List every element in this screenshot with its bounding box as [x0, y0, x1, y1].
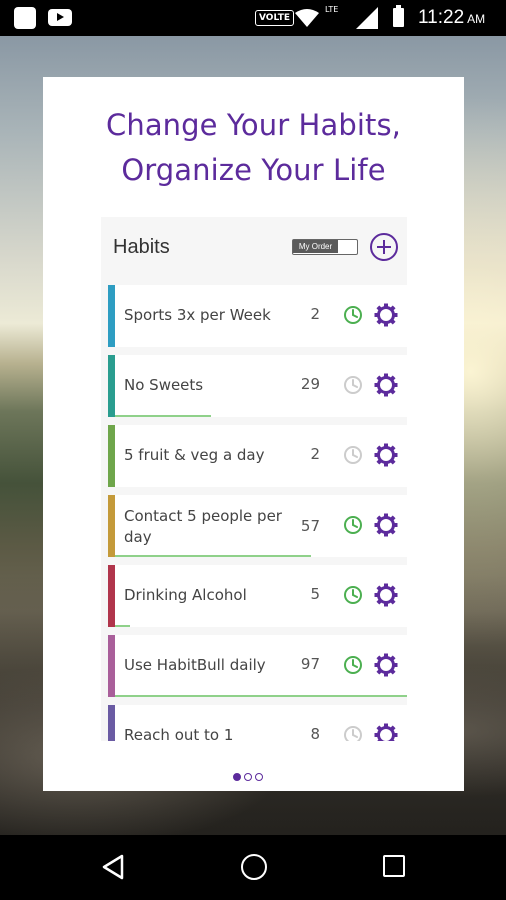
back-icon[interactable]: [101, 854, 125, 880]
page-dot[interactable]: [233, 773, 241, 781]
headline-line-2: Organize Your Life: [121, 153, 386, 187]
habit-name: Drinking Alcohol: [124, 586, 247, 604]
reminder-clock-icon[interactable]: [343, 655, 363, 675]
habits-header: Habits My Order: [101, 217, 407, 283]
habit-progress-bar: [115, 625, 130, 627]
habit-row[interactable]: Sports 3x per Week 2: [108, 285, 407, 347]
reminder-clock-icon[interactable]: [343, 585, 363, 605]
youtube-icon: [48, 9, 72, 26]
reminder-clock-icon[interactable]: [343, 305, 363, 325]
habit-count: 2: [310, 305, 320, 323]
page-indicator: [233, 766, 266, 781]
reminder-clock-icon[interactable]: [343, 375, 363, 395]
lte-label: LTE: [325, 5, 339, 14]
habit-color-bar: [108, 425, 115, 487]
my-order-toggle[interactable]: My Order: [292, 239, 358, 255]
habit-color-bar: [108, 705, 115, 741]
habit-name: 5 fruit & veg a day: [124, 446, 265, 464]
signal-icon: [356, 7, 378, 29]
habit-count: 57: [300, 517, 320, 535]
habit-name: Use HabitBull daily: [124, 656, 266, 674]
reminder-clock-icon[interactable]: [343, 445, 363, 465]
promo-card: Change Your Habits, Organize Your Life H…: [43, 77, 464, 791]
habit-name: Reach out to 1 person: [124, 726, 234, 741]
page-dot[interactable]: [255, 773, 263, 781]
habit-count: 2: [310, 445, 320, 463]
volte-badge: VOLTE: [255, 10, 294, 26]
settings-gear-icon[interactable]: [374, 583, 398, 607]
settings-gear-icon[interactable]: [374, 723, 398, 741]
reminder-clock-icon[interactable]: [343, 515, 363, 535]
habits-title: Habits: [113, 236, 170, 258]
habit-name: No Sweets: [124, 376, 204, 394]
habit-color-bar: [108, 565, 115, 627]
habit-color-bar: [108, 495, 115, 557]
habit-name: Sports 3x per Week: [124, 306, 271, 324]
habit-progress-bar: [115, 415, 211, 417]
habit-count: 8: [310, 725, 320, 741]
habit-row[interactable]: Drinking Alcohol 5: [108, 565, 407, 627]
add-habit-button[interactable]: [370, 233, 398, 261]
habits-preview: Habits My Order Sports 3x per Week 2 No Sw…: [101, 217, 407, 741]
habit-name: Contact 5 people per day: [124, 507, 282, 546]
settings-gear-icon[interactable]: [374, 653, 398, 677]
habit-row[interactable]: No Sweets 29: [108, 355, 407, 417]
page-dot[interactable]: [244, 773, 252, 781]
habit-progress-bar: [115, 555, 311, 557]
habit-count: 29: [300, 375, 320, 393]
battery-icon: [393, 5, 404, 27]
recents-icon[interactable]: [383, 855, 405, 877]
clock-time: 11:22 AM: [418, 7, 486, 28]
settings-gear-icon[interactable]: [374, 303, 398, 327]
habit-progress-bar: [115, 695, 407, 697]
headline-line-1: Change Your Habits,: [105, 108, 401, 142]
status-bar: VOLTE LTE 11:22 AM: [0, 0, 506, 36]
settings-gear-icon[interactable]: [374, 443, 398, 467]
habit-row[interactable]: Contact 5 people per day 57: [108, 495, 407, 557]
headline: Change Your Habits, Organize Your Life: [43, 103, 464, 193]
wifi-icon: [295, 9, 319, 27]
habit-row[interactable]: Use HabitBull daily 97: [108, 635, 407, 697]
settings-gear-icon[interactable]: [374, 373, 398, 397]
habit-row[interactable]: 5 fruit & veg a day 2: [108, 425, 407, 487]
settings-gear-icon[interactable]: [374, 513, 398, 537]
habit-count: 97: [300, 655, 320, 673]
habit-color-bar: [108, 285, 115, 347]
habit-color-bar: [108, 355, 115, 417]
habit-color-bar: [108, 635, 115, 697]
navigation-bar: [0, 835, 506, 900]
reminder-clock-icon[interactable]: [343, 725, 363, 741]
my-order-label: My Order: [293, 240, 338, 253]
app-icon: [14, 7, 36, 29]
habit-row[interactable]: Reach out to 1 person 8: [108, 705, 407, 741]
habit-count: 5: [310, 585, 320, 603]
home-icon[interactable]: [241, 854, 267, 880]
